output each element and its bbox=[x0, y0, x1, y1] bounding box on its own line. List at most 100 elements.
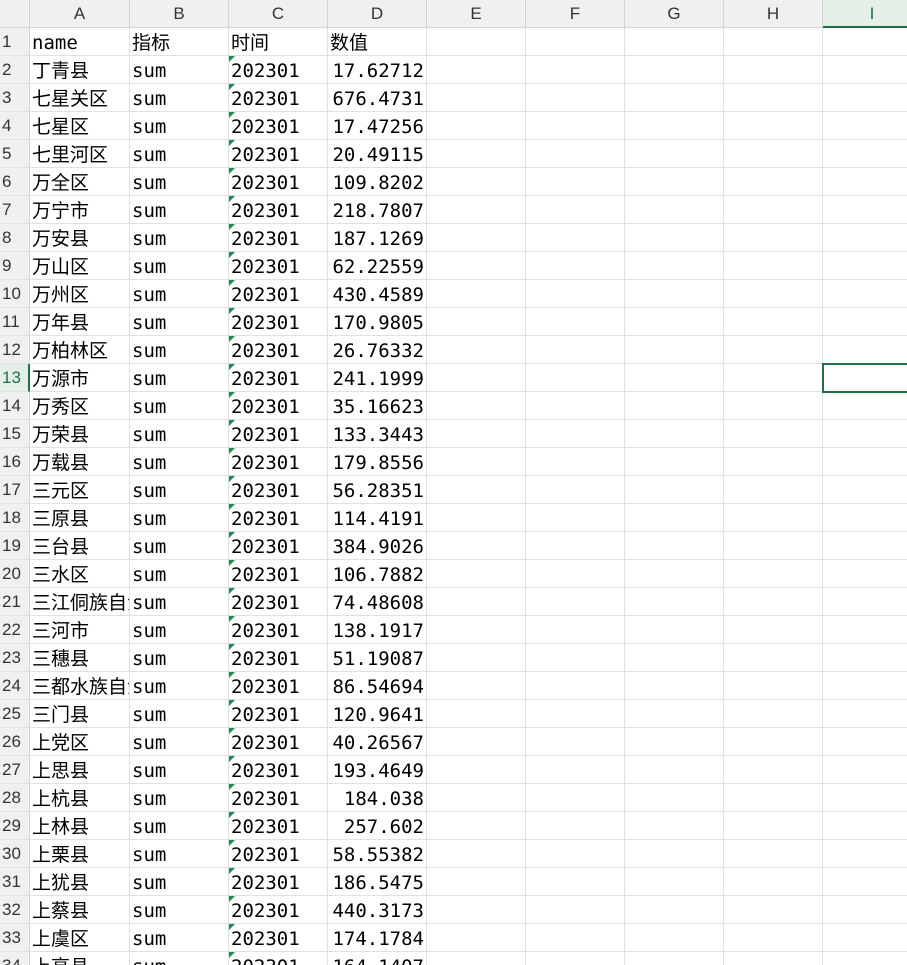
cell-e20[interactable] bbox=[427, 560, 526, 588]
row-header-6[interactable]: 6 bbox=[0, 168, 30, 196]
row-header-33[interactable]: 33 bbox=[0, 924, 30, 952]
cell-g18[interactable] bbox=[625, 504, 724, 532]
cell-i17[interactable] bbox=[823, 476, 907, 504]
cell-b6[interactable]: sum bbox=[130, 168, 229, 196]
column-header-g[interactable]: G bbox=[625, 0, 724, 28]
cell-d33[interactable]: 174.1784 bbox=[328, 924, 427, 952]
cell-b9[interactable]: sum bbox=[130, 252, 229, 280]
cell-i31[interactable] bbox=[823, 868, 907, 896]
cell-h24[interactable] bbox=[724, 672, 823, 700]
cell-d3[interactable]: 676.4731 bbox=[328, 84, 427, 112]
cell-i1[interactable] bbox=[823, 28, 907, 56]
cell-h3[interactable] bbox=[724, 84, 823, 112]
cell-h19[interactable] bbox=[724, 532, 823, 560]
cell-h33[interactable] bbox=[724, 924, 823, 952]
cell-e23[interactable] bbox=[427, 644, 526, 672]
cell-b29[interactable]: sum bbox=[130, 812, 229, 840]
cell-f26[interactable] bbox=[526, 728, 625, 756]
cell-g28[interactable] bbox=[625, 784, 724, 812]
cell-d20[interactable]: 106.7882 bbox=[328, 560, 427, 588]
cell-h34[interactable] bbox=[724, 952, 823, 965]
cell-h28[interactable] bbox=[724, 784, 823, 812]
cell-f2[interactable] bbox=[526, 56, 625, 84]
cell-i3[interactable] bbox=[823, 84, 907, 112]
cell-i9[interactable] bbox=[823, 252, 907, 280]
column-header-e[interactable]: E bbox=[427, 0, 526, 28]
cell-g5[interactable] bbox=[625, 140, 724, 168]
cell-d18[interactable]: 114.4191 bbox=[328, 504, 427, 532]
cell-c24[interactable]: 202301 bbox=[229, 672, 328, 700]
cell-e5[interactable] bbox=[427, 140, 526, 168]
cell-b30[interactable]: sum bbox=[130, 840, 229, 868]
cell-b18[interactable]: sum bbox=[130, 504, 229, 532]
cell-f15[interactable] bbox=[526, 420, 625, 448]
cell-f12[interactable] bbox=[526, 336, 625, 364]
cell-e29[interactable] bbox=[427, 812, 526, 840]
cell-g27[interactable] bbox=[625, 756, 724, 784]
cell-d24[interactable]: 86.54694 bbox=[328, 672, 427, 700]
cell-f18[interactable] bbox=[526, 504, 625, 532]
cell-d8[interactable]: 187.1269 bbox=[328, 224, 427, 252]
cell-e24[interactable] bbox=[427, 672, 526, 700]
cell-e26[interactable] bbox=[427, 728, 526, 756]
cell-e4[interactable] bbox=[427, 112, 526, 140]
cell-f24[interactable] bbox=[526, 672, 625, 700]
row-header-8[interactable]: 8 bbox=[0, 224, 30, 252]
cell-g14[interactable] bbox=[625, 392, 724, 420]
cell-h5[interactable] bbox=[724, 140, 823, 168]
cell-b22[interactable]: sum bbox=[130, 616, 229, 644]
cell-f29[interactable] bbox=[526, 812, 625, 840]
cell-e19[interactable] bbox=[427, 532, 526, 560]
row-header-28[interactable]: 28 bbox=[0, 784, 30, 812]
cell-b20[interactable]: sum bbox=[130, 560, 229, 588]
cell-b17[interactable]: sum bbox=[130, 476, 229, 504]
cell-g11[interactable] bbox=[625, 308, 724, 336]
row-header-29[interactable]: 29 bbox=[0, 812, 30, 840]
cell-e8[interactable] bbox=[427, 224, 526, 252]
cell-i11[interactable] bbox=[823, 308, 907, 336]
cell-f8[interactable] bbox=[526, 224, 625, 252]
cell-c13[interactable]: 202301 bbox=[229, 364, 328, 392]
cell-b27[interactable]: sum bbox=[130, 756, 229, 784]
row-header-32[interactable]: 32 bbox=[0, 896, 30, 924]
cell-c32[interactable]: 202301 bbox=[229, 896, 328, 924]
cell-b4[interactable]: sum bbox=[130, 112, 229, 140]
cell-d1[interactable]: 数值 bbox=[328, 28, 427, 56]
row-header-31[interactable]: 31 bbox=[0, 868, 30, 896]
cell-c33[interactable]: 202301 bbox=[229, 924, 328, 952]
cell-d4[interactable]: 17.47256 bbox=[328, 112, 427, 140]
cell-h14[interactable] bbox=[724, 392, 823, 420]
cell-c27[interactable]: 202301 bbox=[229, 756, 328, 784]
row-header-10[interactable]: 10 bbox=[0, 280, 30, 308]
cell-a13[interactable]: 万源市 bbox=[30, 364, 130, 392]
cell-e12[interactable] bbox=[427, 336, 526, 364]
cell-e22[interactable] bbox=[427, 616, 526, 644]
row-header-20[interactable]: 20 bbox=[0, 560, 30, 588]
column-header-i[interactable]: I bbox=[823, 0, 907, 28]
cell-d22[interactable]: 138.1917 bbox=[328, 616, 427, 644]
row-header-4[interactable]: 4 bbox=[0, 112, 30, 140]
cell-b28[interactable]: sum bbox=[130, 784, 229, 812]
cell-g7[interactable] bbox=[625, 196, 724, 224]
cell-e31[interactable] bbox=[427, 868, 526, 896]
cell-g10[interactable] bbox=[625, 280, 724, 308]
cell-a12[interactable]: 万柏林区 bbox=[30, 336, 130, 364]
cell-e7[interactable] bbox=[427, 196, 526, 224]
row-header-19[interactable]: 19 bbox=[0, 532, 30, 560]
cell-d11[interactable]: 170.9805 bbox=[328, 308, 427, 336]
row-header-23[interactable]: 23 bbox=[0, 644, 30, 672]
cell-f17[interactable] bbox=[526, 476, 625, 504]
cell-d30[interactable]: 58.55382 bbox=[328, 840, 427, 868]
cell-h17[interactable] bbox=[724, 476, 823, 504]
cell-c5[interactable]: 202301 bbox=[229, 140, 328, 168]
cell-c3[interactable]: 202301 bbox=[229, 84, 328, 112]
cell-b23[interactable]: sum bbox=[130, 644, 229, 672]
cell-d27[interactable]: 193.4649 bbox=[328, 756, 427, 784]
cell-d23[interactable]: 51.19087 bbox=[328, 644, 427, 672]
row-header-24[interactable]: 24 bbox=[0, 672, 30, 700]
cell-i19[interactable] bbox=[823, 532, 907, 560]
cell-f4[interactable] bbox=[526, 112, 625, 140]
cell-d6[interactable]: 109.8202 bbox=[328, 168, 427, 196]
cell-e30[interactable] bbox=[427, 840, 526, 868]
cell-d16[interactable]: 179.8556 bbox=[328, 448, 427, 476]
